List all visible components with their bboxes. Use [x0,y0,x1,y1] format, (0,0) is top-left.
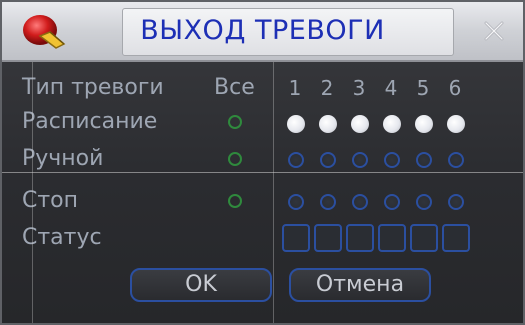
grid-line-horizontal [2,172,523,173]
channel-header-3: 3 [352,76,366,100]
alarm-output-dialog: ВЫХОД ТРЕВОГИ Тип тревоги Все 1 2 3 4 5 … [0,0,525,325]
all-label: Все [214,75,255,100]
dialog-title: ВЫХОД ТРЕВОГИ [140,15,385,46]
stop-channel-6[interactable] [448,194,464,210]
schedule-channel-4[interactable] [383,115,401,133]
schedule-channel-2[interactable] [319,115,337,133]
channel-header-1: 1 [288,76,302,100]
schedule-channel-5[interactable] [415,115,433,133]
schedule-label: Расписание [22,109,158,134]
manual-channel-5[interactable] [416,152,432,168]
manual-label: Ручной [22,146,104,171]
manual-channel-6[interactable] [448,152,464,168]
manual-all-radio[interactable] [228,152,242,166]
manual-channel-4[interactable] [384,152,400,168]
stop-label: Стоп [22,188,79,213]
manual-channel-2[interactable] [320,152,336,168]
status-label: Статус [22,225,102,250]
ok-button[interactable]: OK [130,268,272,302]
status-indicator-6 [442,224,470,252]
status-indicator-3 [346,224,374,252]
channel-header-5: 5 [416,76,430,100]
status-indicator-2 [314,224,342,252]
manual-channel-1[interactable] [288,152,304,168]
stop-channel-3[interactable] [352,194,368,210]
channel-header-2: 2 [320,76,334,100]
schedule-channel-3[interactable] [351,115,369,133]
grid-line-vertical-left [32,62,33,323]
title-bar: ВЫХОД ТРЕВОГИ [2,2,523,62]
stop-all-radio[interactable] [228,194,242,208]
channel-header-4: 4 [384,76,398,100]
status-indicator-1 [282,224,310,252]
alarm-logo-icon [23,15,66,49]
stop-channel-5[interactable] [416,194,432,210]
schedule-all-radio[interactable] [228,115,242,129]
cancel-button[interactable]: Отмена [289,268,431,302]
status-indicator-5 [410,224,438,252]
stop-channel-4[interactable] [384,194,400,210]
alarm-output-settings: Тип тревоги Все 1 2 3 4 5 6 Расписание Р… [2,62,523,323]
stop-channel-2[interactable] [320,194,336,210]
channel-header-6: 6 [448,76,462,100]
schedule-channel-1[interactable] [287,115,305,133]
manual-channel-3[interactable] [352,152,368,168]
stop-channel-1[interactable] [288,194,304,210]
alarm-type-label: Тип тревоги [22,75,164,100]
status-indicator-4 [378,224,406,252]
schedule-channel-6[interactable] [447,115,465,133]
grid-line-vertical-center [273,62,274,323]
close-icon[interactable] [479,16,509,46]
